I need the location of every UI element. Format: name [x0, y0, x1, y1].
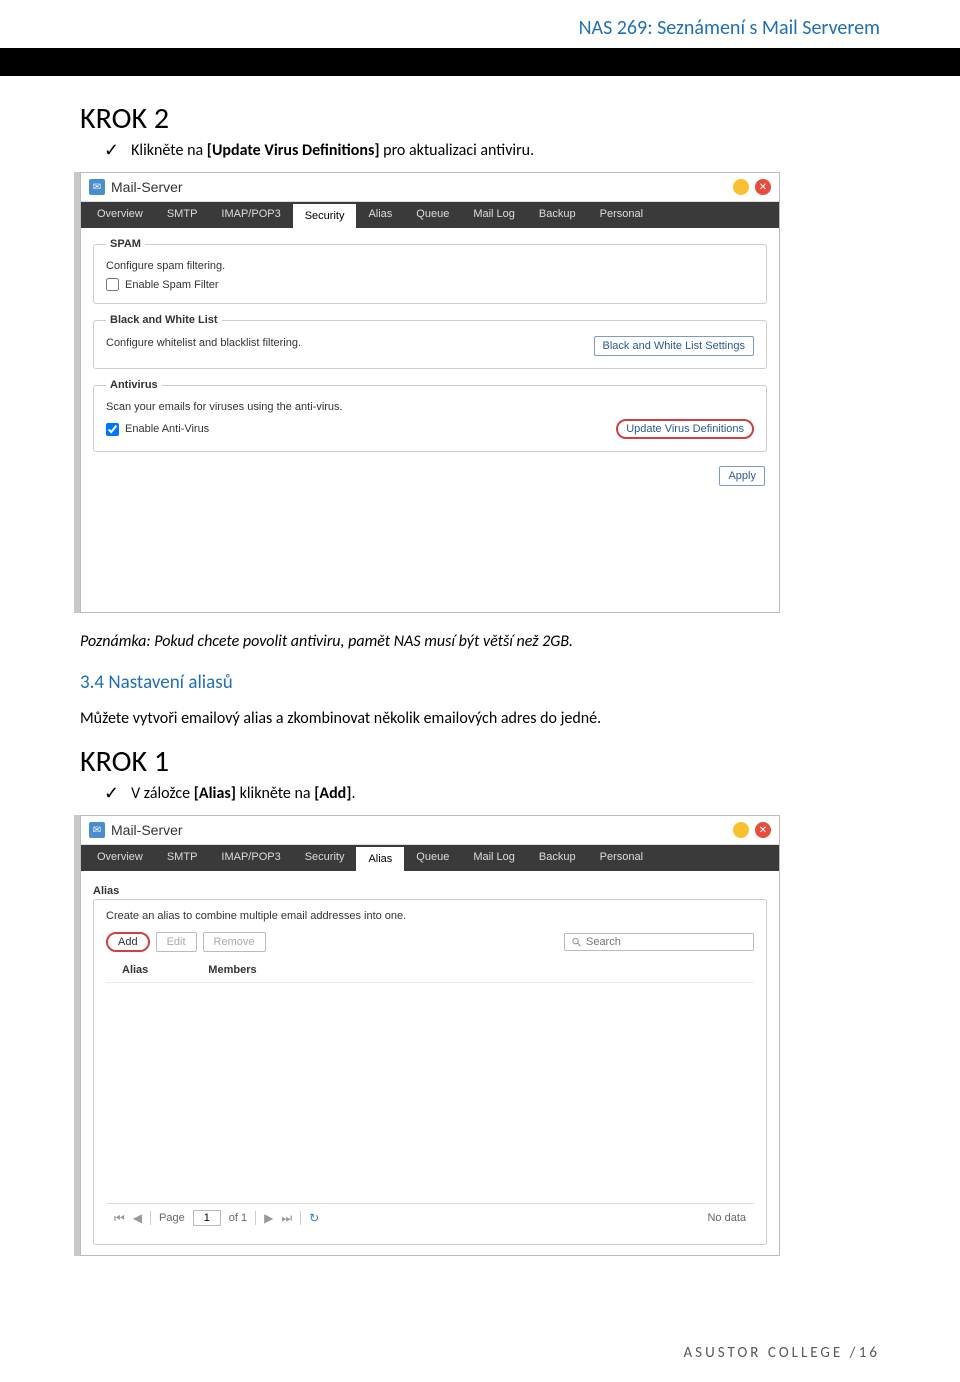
antivirus-section: Antivirus Scan your emails for viruses u… — [93, 379, 767, 452]
tab-mail-log[interactable]: Mail Log — [461, 202, 527, 228]
close-icon[interactable]: ✕ — [755, 822, 771, 838]
footer-text: ASUSTOR COLLEGE — [684, 1344, 844, 1362]
apply-button[interactable]: Apply — [719, 466, 765, 486]
spam-legend: SPAM — [106, 238, 145, 250]
note-text: Poznámka: Pokud chcete povolit antiviru,… — [80, 631, 880, 653]
search-input[interactable] — [586, 936, 747, 948]
mail-icon: ✉ — [89, 822, 105, 838]
blackwhite-section: Black and White List Configure whitelist… — [93, 314, 767, 369]
step-2-heading: KROK 2 — [80, 100, 880, 137]
check-icon: ✓ — [104, 784, 119, 802]
titlebar: ✉ Mail-Server ✕ — [81, 173, 779, 202]
search-icon — [571, 936, 582, 948]
tab-security[interactable]: Security — [293, 845, 357, 871]
enable-antivirus-checkbox[interactable]: Enable Anti-Virus — [106, 423, 209, 436]
tab-imap-pop3[interactable]: IMAP/POP3 — [209, 202, 292, 228]
doc-header-title: NAS 269: Seznámení s Mail Serverem — [579, 16, 880, 40]
step-1-bold-1: [Alias] — [194, 784, 236, 803]
prev-page-icon[interactable]: ◀ — [133, 1211, 142, 1225]
first-page-icon[interactable]: ⏮ — [114, 1211, 125, 1226]
enable-spam-checkbox[interactable]: Enable Spam Filter — [106, 278, 754, 291]
mail-server-window-alias: ✉ Mail-Server ✕ Overview SMTP IMAP/POP3 … — [80, 815, 780, 1256]
app-title: Mail-Server — [111, 179, 183, 195]
step-1-text-end: . — [351, 784, 355, 803]
tab-queue[interactable]: Queue — [404, 845, 461, 871]
antivirus-legend: Antivirus — [106, 379, 162, 391]
enable-antivirus-label: Enable Anti-Virus — [125, 423, 209, 435]
tab-backup[interactable]: Backup — [527, 202, 588, 228]
app-title: Mail-Server — [111, 822, 183, 838]
tab-overview[interactable]: Overview — [85, 845, 155, 871]
step-2-bold: [Update Virus Definitions] — [207, 141, 380, 160]
alias-section: Create an alias to combine multiple emai… — [93, 899, 767, 1245]
col-alias: Alias — [122, 964, 148, 976]
tab-alias[interactable]: Alias — [356, 845, 404, 871]
alias-table-header: Alias Members — [106, 960, 754, 983]
minimize-icon[interactable] — [733, 822, 749, 838]
tab-security[interactable]: Security — [293, 202, 357, 228]
spam-section: SPAM Configure spam filtering. Enable Sp… — [93, 238, 767, 304]
pager: ⏮ ◀ Page of 1 ▶ ⏭ ↻ No data — [106, 1203, 754, 1232]
no-data-label: No data — [707, 1212, 746, 1224]
step-1-line: ✓ V záložce [Alias] klikněte na [Add]. — [80, 784, 880, 803]
next-page-icon[interactable]: ▶ — [264, 1211, 273, 1225]
page-of: of 1 — [229, 1212, 247, 1224]
blackwhite-settings-button[interactable]: Black and White List Settings — [594, 336, 754, 356]
check-icon: ✓ — [104, 141, 119, 159]
mail-icon: ✉ — [89, 179, 105, 195]
spam-desc: Configure spam filtering. — [106, 260, 754, 272]
close-icon[interactable]: ✕ — [755, 179, 771, 195]
section-3-4-body: Můžete vytvoři emailový alias a zkombino… — [80, 708, 880, 730]
alias-table-body — [106, 983, 754, 1203]
antivirus-desc: Scan your emails for viruses using the a… — [106, 401, 754, 413]
tab-smtp[interactable]: SMTP — [155, 845, 210, 871]
enable-spam-input[interactable] — [106, 278, 119, 291]
page-label: Page — [159, 1212, 185, 1224]
page-input[interactable] — [193, 1210, 221, 1226]
header-divider — [0, 48, 960, 76]
doc-footer: ASUSTOR COLLEGE / 16 — [0, 1314, 960, 1382]
step-1-text-a: V záložce — [131, 784, 194, 803]
enable-antivirus-input[interactable] — [106, 423, 119, 436]
mail-server-window-security: ✉ Mail-Server ✕ Overview SMTP IMAP/POP3 … — [80, 172, 780, 613]
titlebar: ✉ Mail-Server ✕ — [81, 816, 779, 845]
step-1-text-mid: klikněte na — [236, 784, 314, 803]
tab-bar: Overview SMTP IMAP/POP3 Security Alias Q… — [81, 845, 779, 871]
alias-desc: Create an alias to combine multiple emai… — [106, 910, 754, 922]
alias-legend: Alias — [93, 881, 119, 899]
remove-button[interactable]: Remove — [203, 932, 266, 952]
blackwhite-legend: Black and White List — [106, 314, 222, 326]
update-virus-definitions-button[interactable]: Update Virus Definitions — [616, 419, 754, 439]
last-page-icon[interactable]: ⏭ — [281, 1211, 292, 1226]
step-2-text-b: pro aktualizaci antiviru. — [380, 141, 535, 160]
minimize-icon[interactable] — [733, 179, 749, 195]
tab-queue[interactable]: Queue — [404, 202, 461, 228]
step-1-heading: KROK 1 — [80, 743, 880, 780]
col-members: Members — [208, 964, 256, 976]
tab-backup[interactable]: Backup — [527, 845, 588, 871]
section-3-4-title: 3.4 Nastavení aliasů — [80, 671, 880, 694]
tab-bar: Overview SMTP IMAP/POP3 Security Alias Q… — [81, 202, 779, 228]
tab-mail-log[interactable]: Mail Log — [461, 845, 527, 871]
tab-personal[interactable]: Personal — [588, 202, 655, 228]
doc-header: NAS 269: Seznámení s Mail Serverem — [0, 0, 960, 48]
search-input-wrap[interactable] — [564, 933, 754, 951]
refresh-icon[interactable]: ↻ — [309, 1211, 319, 1225]
step-2-text-a: Klikněte na — [131, 141, 207, 160]
tab-imap-pop3[interactable]: IMAP/POP3 — [209, 845, 292, 871]
tab-alias[interactable]: Alias — [356, 202, 404, 228]
step-1-bold-2: [Add] — [314, 784, 351, 803]
enable-spam-label: Enable Spam Filter — [125, 279, 219, 291]
edit-button[interactable]: Edit — [156, 932, 197, 952]
alias-toolbar: Add Edit Remove — [106, 928, 754, 960]
footer-page: 16 — [859, 1344, 880, 1362]
step-2-line: ✓ Klikněte na [Update Virus Definitions]… — [80, 141, 880, 160]
blackwhite-desc: Configure whitelist and blacklist filter… — [106, 337, 301, 349]
tab-smtp[interactable]: SMTP — [155, 202, 210, 228]
add-button[interactable]: Add — [106, 932, 150, 952]
tab-personal[interactable]: Personal — [588, 845, 655, 871]
tab-overview[interactable]: Overview — [85, 202, 155, 228]
